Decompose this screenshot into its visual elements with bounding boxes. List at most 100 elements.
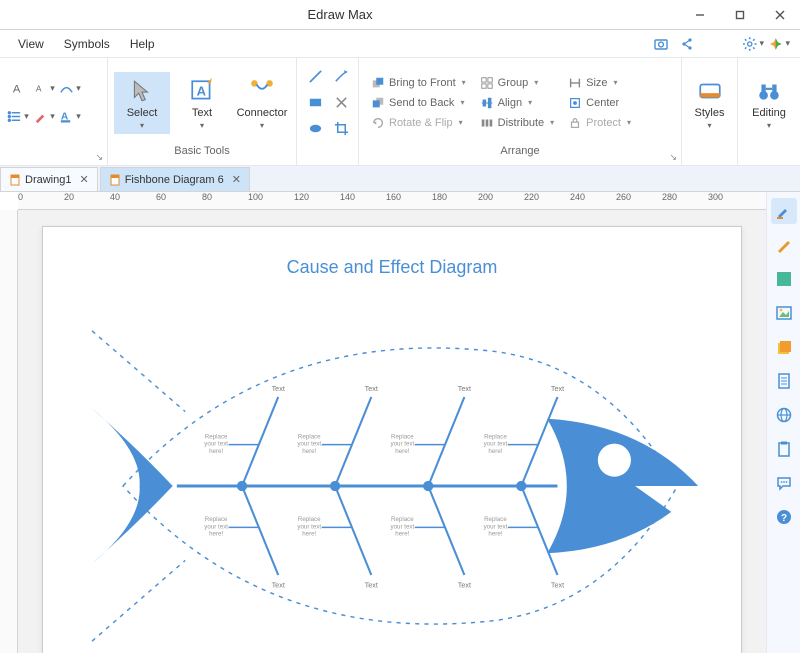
group-button[interactable]: Group▾: [478, 75, 556, 91]
fill-swatch-icon[interactable]: [771, 266, 797, 292]
arc-shape-icon[interactable]: [329, 66, 353, 88]
chevron-down-icon: ▾: [707, 121, 711, 130]
group-basic-tools: Select ▾ A Text ▾ Connector ▾ Basic Tool…: [108, 58, 297, 165]
size-button[interactable]: Size▾: [566, 75, 633, 91]
bone-sub-label[interactable]: your text: [297, 441, 321, 448]
menu-view[interactable]: View: [8, 33, 54, 55]
svg-text:Text: Text: [551, 580, 564, 589]
bone-sub-label[interactable]: Replace: [484, 433, 507, 440]
clipboard-icon[interactable]: [771, 436, 797, 462]
menu-symbols[interactable]: Symbols: [54, 33, 120, 55]
canvas[interactable]: Cause and Effect Diagram: [18, 210, 766, 653]
bone-sub-label[interactable]: your text: [204, 441, 228, 448]
bone-sub-label[interactable]: here!: [302, 531, 316, 538]
canvas-area: 0204060801001201401601802002202402602803…: [0, 192, 766, 653]
bone-sub-label[interactable]: here!: [488, 448, 502, 455]
theme-brush-icon[interactable]: [771, 198, 797, 224]
tab-close-icon[interactable]: ✕: [232, 173, 241, 186]
app-logo-icon[interactable]: ▾: [768, 33, 790, 55]
distribute-button[interactable]: Distribute▾: [478, 115, 556, 131]
align-button[interactable]: Align▾: [478, 95, 556, 111]
bring-to-front-button[interactable]: Bring to Front▾: [369, 75, 468, 91]
connector-tool[interactable]: Connector ▾: [234, 72, 290, 134]
menu-help[interactable]: Help: [120, 33, 165, 55]
editing-button[interactable]: Editing ▾: [744, 72, 794, 134]
globe-icon[interactable]: [771, 402, 797, 428]
protect-label: Protect: [586, 117, 621, 129]
share-icon[interactable]: [676, 33, 698, 55]
bone-sub-label[interactable]: here!: [209, 531, 223, 538]
pencil-icon[interactable]: [771, 232, 797, 258]
ellipse-shape-icon[interactable]: [303, 118, 327, 140]
image-icon[interactable]: [771, 300, 797, 326]
close-button[interactable]: [760, 0, 800, 30]
select-label: Select: [127, 108, 158, 119]
tab-fishbone[interactable]: Fishbone Diagram 6 ✕: [100, 167, 250, 191]
bone-sub-label[interactable]: Replace: [484, 516, 507, 523]
font-dialog-launcher[interactable]: ↘: [95, 152, 103, 163]
connector-label: Connector: [237, 108, 288, 119]
ruler-tick: 280: [662, 192, 677, 202]
line-style-icon[interactable]: ▾: [58, 78, 82, 100]
font-color-icon[interactable]: A▾: [58, 106, 82, 128]
app-title: Edraw Max: [0, 7, 680, 22]
bone-sub-label[interactable]: Replace: [391, 516, 414, 523]
screenshot-icon[interactable]: [650, 33, 672, 55]
palette-icon: [697, 76, 723, 106]
close-shape-icon[interactable]: [329, 92, 353, 114]
bone-sub-label[interactable]: here!: [302, 448, 316, 455]
document-icon[interactable]: [771, 368, 797, 394]
protect-button[interactable]: Protect▾: [566, 115, 633, 131]
bone-sub-label[interactable]: here!: [395, 531, 409, 538]
paint-icon[interactable]: ▾: [32, 106, 56, 128]
align-label: Align: [498, 97, 522, 109]
center-button[interactable]: Center: [566, 95, 633, 111]
bone-sub-label[interactable]: Replace: [298, 433, 321, 440]
diagram-title[interactable]: Cause and Effect Diagram: [61, 257, 723, 278]
basic-tools-label: Basic Tools: [114, 143, 290, 161]
send-to-back-button[interactable]: Send to Back▾: [369, 95, 468, 111]
bone-sub-label[interactable]: here!: [395, 448, 409, 455]
arrange-dialog-launcher[interactable]: ↘: [669, 152, 677, 163]
fishbone-diagram[interactable]: Text Text Text Text Text Text Text Text …: [61, 306, 723, 653]
maximize-button[interactable]: [720, 0, 760, 30]
styles-button[interactable]: Styles ▾: [688, 72, 731, 134]
svg-text:Text: Text: [458, 384, 471, 393]
group-label: Group: [498, 77, 529, 89]
decrease-font-icon[interactable]: A▾: [32, 78, 56, 100]
minimize-button[interactable]: [680, 0, 720, 30]
menubar: View Symbols Help ▾ ▾: [0, 30, 800, 58]
editing-label: Editing: [752, 108, 786, 119]
select-tool[interactable]: Select ▾: [114, 72, 170, 134]
tab-label: Drawing1: [25, 174, 71, 186]
tab-close-icon[interactable]: ✕: [79, 173, 88, 186]
bone-sub-label[interactable]: your text: [484, 523, 508, 530]
ruler-tick: 60: [156, 192, 166, 202]
ruler-tick: 220: [524, 192, 539, 202]
crop-icon[interactable]: [329, 118, 353, 140]
comment-icon[interactable]: [771, 470, 797, 496]
bone-sub-label[interactable]: your text: [204, 523, 228, 530]
font-size-icon[interactable]: A: [6, 78, 30, 100]
bone-sub-label[interactable]: your text: [390, 523, 414, 530]
list-icon[interactable]: ▾: [6, 106, 30, 128]
bone-sub-label[interactable]: Replace: [391, 433, 414, 440]
tab-drawing1[interactable]: Drawing1 ✕: [0, 167, 98, 191]
bone-sub-label[interactable]: Replace: [205, 433, 228, 440]
text-tool[interactable]: A Text ▾: [174, 72, 230, 134]
bone-sub-label[interactable]: your text: [390, 441, 414, 448]
layers-icon[interactable]: [771, 334, 797, 360]
document-tabs: Drawing1 ✕ Fishbone Diagram 6 ✕: [0, 166, 800, 192]
bone-sub-label[interactable]: Replace: [205, 516, 228, 523]
bone-sub-label[interactable]: your text: [297, 523, 321, 530]
line-shape-icon[interactable]: [303, 66, 327, 88]
help-icon[interactable]: ?: [771, 504, 797, 530]
bone-sub-label[interactable]: Replace: [298, 516, 321, 523]
ruler-tick: 200: [478, 192, 493, 202]
bone-sub-label[interactable]: your text: [484, 441, 508, 448]
settings-gear-icon[interactable]: ▾: [742, 33, 764, 55]
rect-shape-icon[interactable]: [303, 92, 327, 114]
bone-sub-label[interactable]: here!: [488, 531, 502, 538]
bone-sub-label[interactable]: here!: [209, 448, 223, 455]
rotate-flip-button[interactable]: Rotate & Flip▾: [369, 115, 468, 131]
